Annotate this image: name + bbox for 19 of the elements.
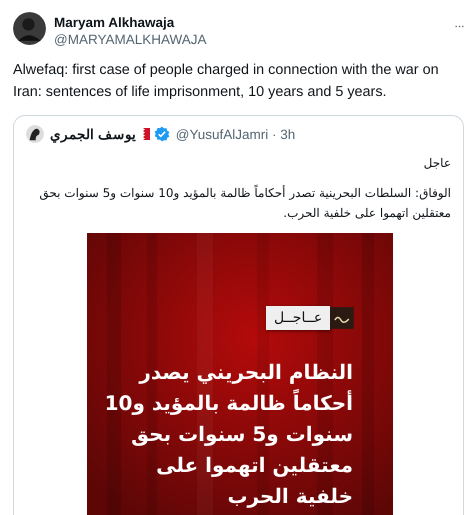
flag-icon bbox=[140, 128, 150, 140]
author-name[interactable]: Maryam Alkhawaja bbox=[54, 15, 174, 31]
headline-line: أحكاماً ظالمة بالمؤيد و10 bbox=[104, 388, 353, 417]
quoted-tweet-text: عاجل bbox=[422, 155, 451, 172]
author-handle[interactable]: @MARYAMALKHAWAJA bbox=[54, 31, 206, 48]
headline-line: سنوات و5 سنوات بحق bbox=[131, 421, 353, 448]
breaking-badge: عــاجــل bbox=[266, 306, 330, 330]
headline-line: النظام البحريني يصدر bbox=[139, 359, 353, 386]
quoted-tweet-card[interactable] bbox=[13, 115, 464, 515]
more-button[interactable]: ··· bbox=[454, 12, 464, 33]
quoted-handle-time[interactable]: @YusufAlJamri · 3h bbox=[176, 126, 296, 142]
headline-line: معتقلين اتهموا على bbox=[156, 452, 353, 479]
tweet-text: Alwefaq: first case of people charged in connection with the war on Iran: sentences of life imprisonment, 10 years and 5 years. bbox=[13, 61, 440, 102]
logo-icon bbox=[330, 306, 354, 330]
quoted-author-name[interactable]: يوسف الجمري bbox=[50, 126, 136, 142]
headline-line: خلفية الحرب bbox=[227, 483, 353, 510]
quoted-tweet-text: الوفاق: السلطات البحرينية تصدر أحكاماً ظالمة بالمؤيد و10 سنوات و5 سنوات بحق معتقلين اتهموا على خلفية الحرب. bbox=[38, 184, 451, 222]
avatar[interactable] bbox=[13, 12, 46, 45]
avatar[interactable] bbox=[26, 125, 44, 143]
